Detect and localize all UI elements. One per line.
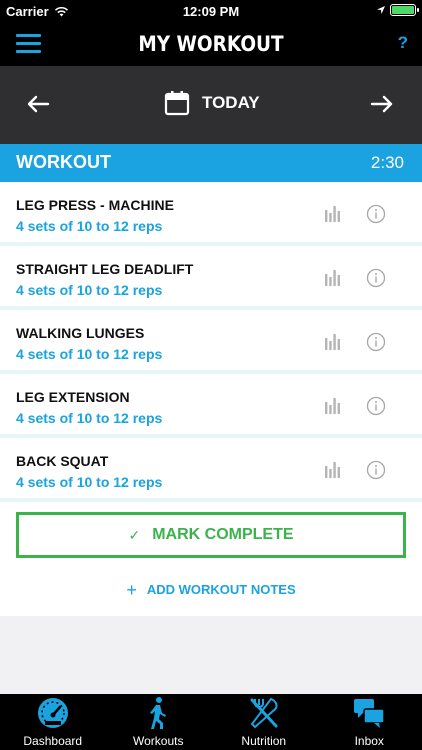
tab-workouts[interactable]: Workouts <box>106 694 212 750</box>
exercise-name: LEG PRESS - MACHINE <box>16 197 174 213</box>
exercise-row[interactable]: LEG PRESS - MACHINE 4 sets of 10 to 12 r… <box>0 182 422 246</box>
date-label: TODAY <box>202 93 260 112</box>
tab-dashboard[interactable]: Dashboard <box>0 694 106 750</box>
status-time: 12:09 PM <box>182 4 240 19</box>
battery-icon <box>390 4 419 16</box>
bar-chart-icon[interactable] <box>324 396 342 414</box>
exercise-sets: 4 sets of 10 to 12 reps <box>16 410 163 426</box>
page-title: MY WORKOUT <box>138 32 284 56</box>
mark-complete-button[interactable]: ✓ MARK COMPLETE <box>16 512 406 558</box>
exercise-row[interactable]: BACK SQUAT 4 sets of 10 to 12 reps <box>0 438 422 502</box>
nav-bar: MY WORKOUT ? <box>0 22 422 66</box>
exercise-sets: 4 sets of 10 to 12 reps <box>16 346 163 362</box>
exercise-name: LEG EXTENSION <box>16 389 130 405</box>
tab-label: Dashboard <box>23 734 83 748</box>
chat-bubbles-icon <box>354 699 385 728</box>
tab-label: Nutrition <box>241 734 287 748</box>
location-icon <box>377 6 385 14</box>
exercise-sets: 4 sets of 10 to 12 reps <box>16 218 163 234</box>
bar-chart-icon[interactable] <box>324 204 342 222</box>
bar-chart-icon[interactable] <box>324 460 342 478</box>
workout-duration: 2:30 <box>370 153 404 172</box>
section-label: WORKOUT <box>16 152 111 172</box>
plus-icon: + <box>126 579 137 600</box>
speedometer-icon <box>37 698 68 728</box>
tab-bar: Dashboard Workouts Nutrition Inbox <box>0 694 422 750</box>
exercise-row[interactable]: LEG EXTENSION 4 sets of 10 to 12 reps <box>0 374 422 438</box>
status-right <box>376 4 419 16</box>
arrow-left-icon[interactable] <box>24 90 52 118</box>
workout-actions: ✓ MARK COMPLETE + ADD WORKOUT NOTES <box>0 502 422 616</box>
exercise-list: LEG PRESS - MACHINE 4 sets of 10 to 12 r… <box>0 182 422 502</box>
workout-section-header: WORKOUT 2:30 <box>0 144 422 182</box>
exercise-name: STRAIGHT LEG DEADLIFT <box>16 261 194 277</box>
info-icon[interactable] <box>366 396 386 416</box>
tab-nutrition[interactable]: Nutrition <box>211 694 317 750</box>
mark-complete-label: MARK COMPLETE <box>152 526 294 543</box>
tab-label: Inbox <box>354 734 384 748</box>
date-selector[interactable]: TODAY <box>164 90 260 116</box>
exercise-sets: 4 sets of 10 to 12 reps <box>16 474 163 490</box>
exercise-name: BACK SQUAT <box>16 453 109 469</box>
info-icon[interactable] <box>366 204 386 224</box>
exercise-row[interactable]: STRAIGHT LEG DEADLIFT 4 sets of 10 to 12… <box>0 246 422 310</box>
add-workout-notes-button[interactable]: + ADD WORKOUT NOTES <box>0 579 422 600</box>
status-bar: Carrier 12:09 PM <box>0 0 422 22</box>
bar-chart-icon[interactable] <box>324 332 342 350</box>
tab-label: Workouts <box>133 734 184 748</box>
info-icon[interactable] <box>366 460 386 480</box>
exercise-sets: 4 sets of 10 to 12 reps <box>16 282 163 298</box>
exercise-name: WALKING LUNGES <box>16 325 145 341</box>
arrow-right-icon[interactable] <box>368 90 396 118</box>
tab-inbox[interactable]: Inbox <box>317 694 422 750</box>
bar-chart-icon[interactable] <box>324 268 342 286</box>
walking-person-icon <box>150 697 167 729</box>
calendar-icon <box>164 91 190 116</box>
help-button[interactable]: ? <box>398 33 408 53</box>
add-notes-label: ADD WORKOUT NOTES <box>146 582 296 597</box>
date-navigator: TODAY <box>0 66 422 144</box>
fork-knife-icon <box>250 697 278 729</box>
info-icon[interactable] <box>366 332 386 352</box>
info-icon[interactable] <box>366 268 386 288</box>
exercise-row[interactable]: WALKING LUNGES 4 sets of 10 to 12 reps <box>0 310 422 374</box>
check-icon: ✓ <box>128 526 141 543</box>
